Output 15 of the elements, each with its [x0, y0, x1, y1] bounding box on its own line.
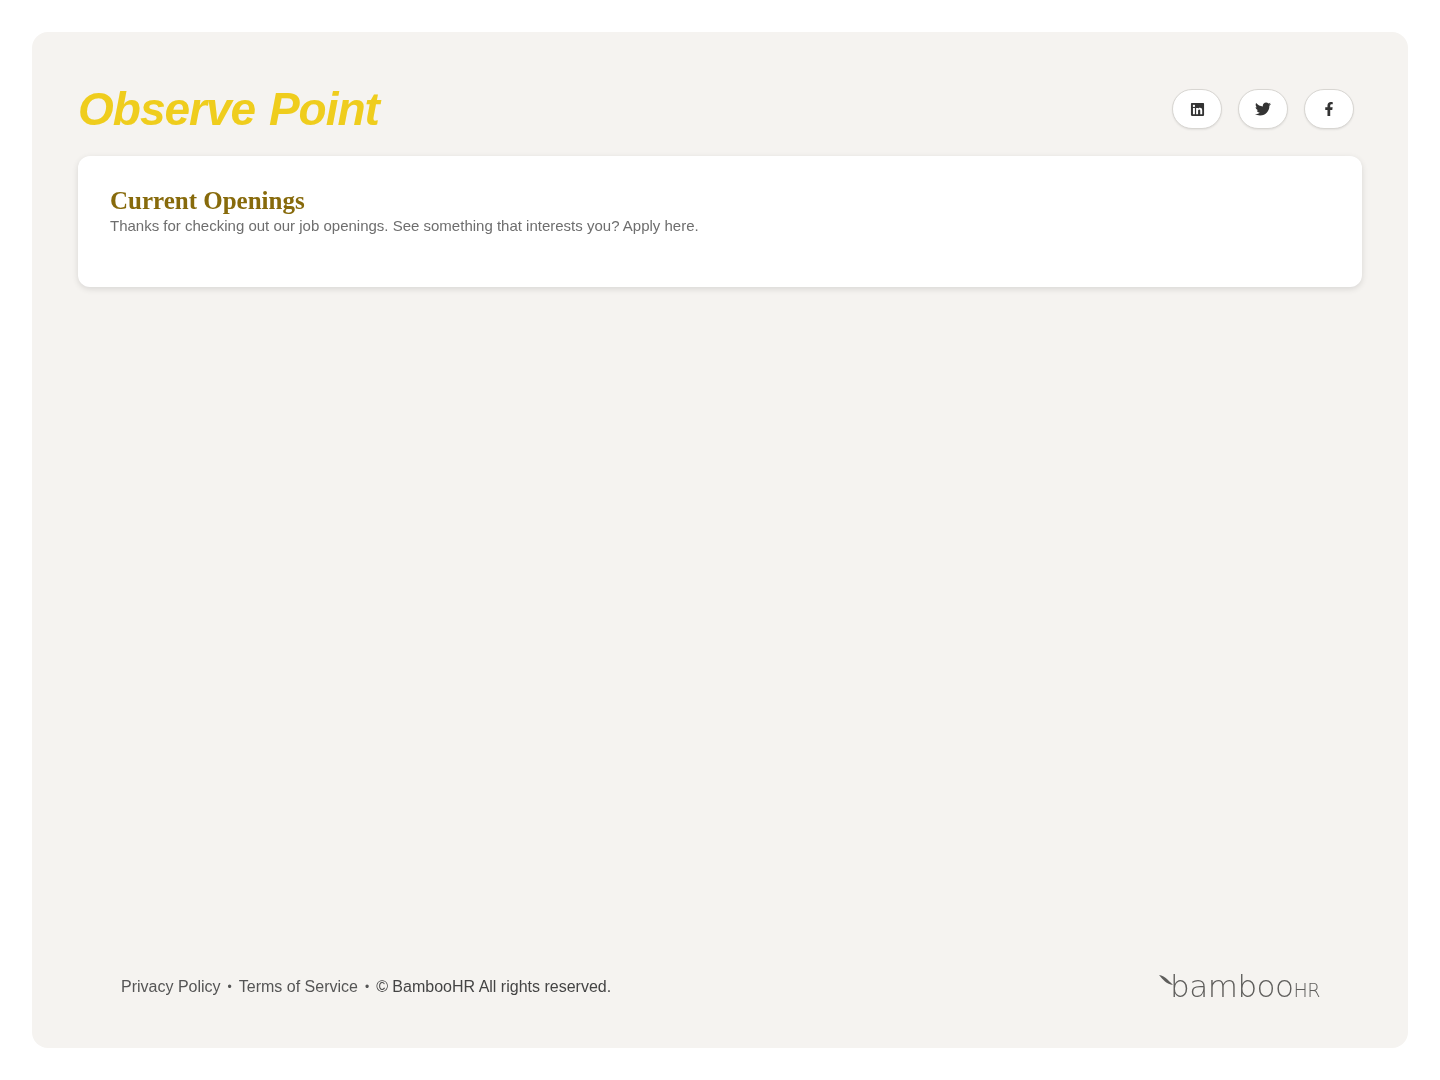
social-button[interactable] — [1172, 89, 1222, 129]
copyright-text: © BambooHR All rights reserved. — [376, 976, 612, 997]
leaf-icon — [1159, 975, 1173, 985]
openings-description: Thanks for checking out our job openings. See something that interests you? Apply here. — [110, 216, 700, 236]
social-button[interactable] — [1304, 89, 1354, 129]
openings-title: Current Openings — [110, 187, 306, 215]
footer-link[interactable]: Terms of Service — [238, 974, 358, 999]
footer-link[interactable]: Privacy Policy — [121, 974, 221, 999]
linkedin-icon — [1189, 101, 1205, 117]
facebook-icon — [1322, 102, 1336, 116]
separator-text: • — [364, 978, 370, 996]
bird-icon — [1255, 101, 1271, 117]
separator-text: • — [227, 978, 232, 996]
social-button[interactable] — [1238, 89, 1288, 129]
logo-wordmark: bambooHR — [1170, 971, 1320, 1002]
